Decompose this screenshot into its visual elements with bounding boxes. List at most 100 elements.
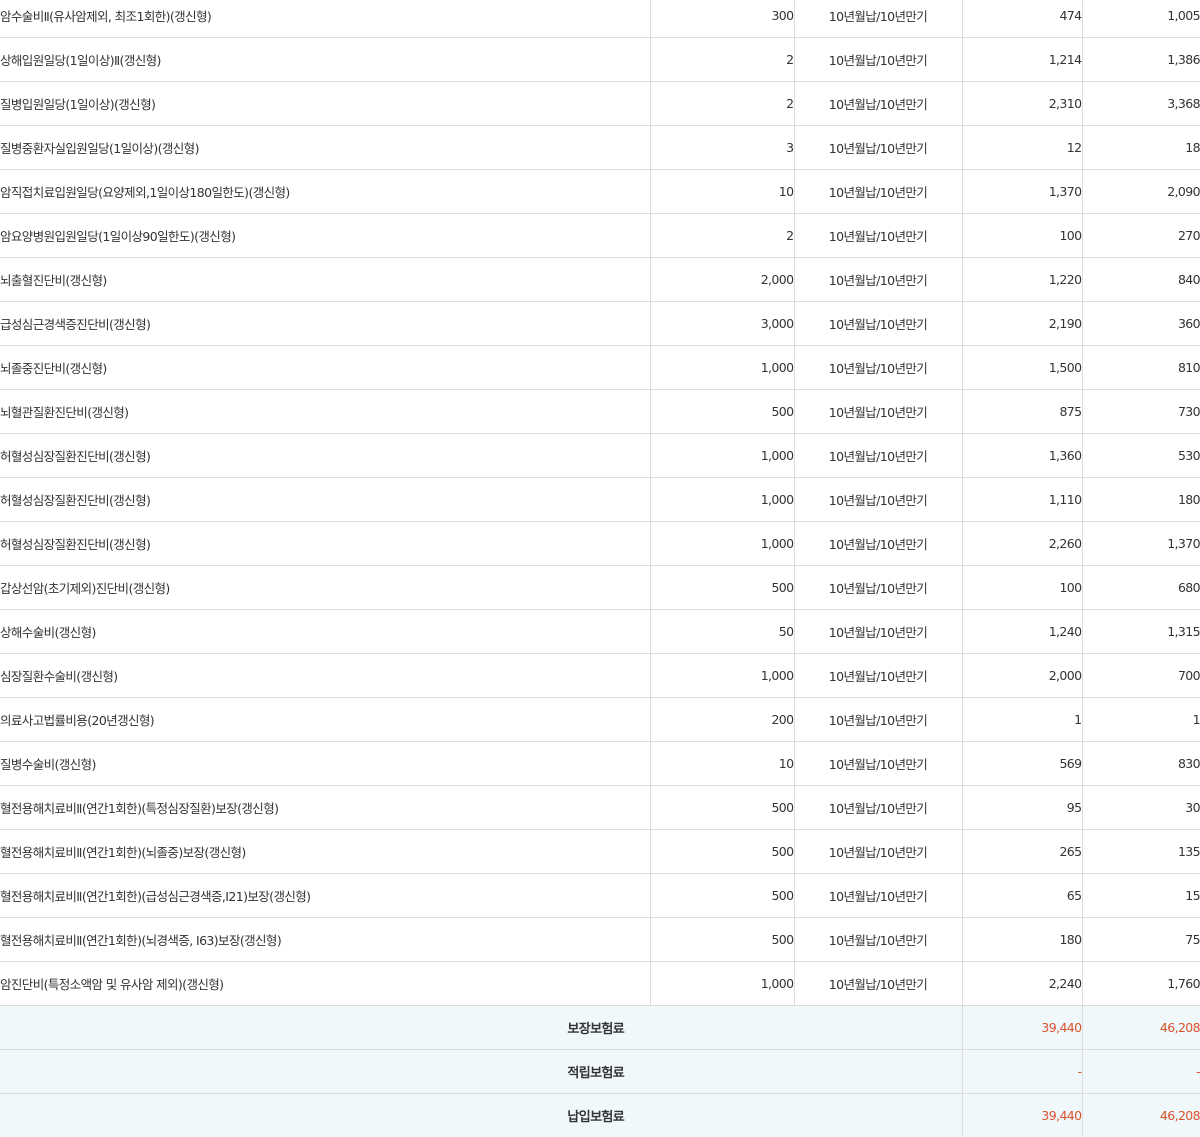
coverage-amount: 1,000: [650, 346, 794, 390]
premium-value-2: 1,386: [1082, 38, 1200, 82]
premium-value-1: 2,240: [962, 962, 1082, 1006]
coverage-amount: 500: [650, 874, 794, 918]
payment-period: 10년월납/10년만기: [794, 346, 962, 390]
table-row: 혈전용해치료비Ⅱ(연간1회한)(특정심장질환)보장(갱신형)50010년월납/1…: [0, 786, 1200, 830]
summary-value-1: -: [962, 1050, 1082, 1094]
payment-period: 10년월납/10년만기: [794, 522, 962, 566]
coverage-amount: 200: [650, 698, 794, 742]
payment-period: 10년월납/10년만기: [794, 258, 962, 302]
premium-value-2: 1,760: [1082, 962, 1200, 1006]
coverage-name: 허혈성심장질환진단비(갱신형): [0, 434, 650, 478]
premium-value-2: 3,368: [1082, 82, 1200, 126]
table-row: 갑상선암(초기제외)진단비(갱신형)50010년월납/10년만기100680: [0, 566, 1200, 610]
summary-value-2: 46,208: [1082, 1006, 1200, 1050]
premium-value-1: 100: [962, 214, 1082, 258]
payment-period: 10년월납/10년만기: [794, 786, 962, 830]
coverage-amount: 1,000: [650, 962, 794, 1006]
coverage-amount: 500: [650, 390, 794, 434]
coverage-amount: 1,000: [650, 654, 794, 698]
table-row: 암요양병원입원일당(1일이상90일한도)(갱신형)210년월납/10년만기100…: [0, 214, 1200, 258]
table-row: 혈전용해치료비Ⅱ(연간1회한)(급성심근경색증,I21)보장(갱신형)50010…: [0, 874, 1200, 918]
premium-value-2: 730: [1082, 390, 1200, 434]
coverage-amount: 2,000: [650, 258, 794, 302]
premium-value-1: 65: [962, 874, 1082, 918]
coverage-name: 암진단비(특정소액암 및 유사암 제외)(갱신형): [0, 962, 650, 1006]
premium-value-1: 1,214: [962, 38, 1082, 82]
premium-value-1: 95: [962, 786, 1082, 830]
payment-period: 10년월납/10년만기: [794, 918, 962, 962]
premium-value-2: 2,090: [1082, 170, 1200, 214]
payment-period: 10년월납/10년만기: [794, 742, 962, 786]
premium-value-1: 12: [962, 126, 1082, 170]
coverage-name: 뇌졸중진단비(갱신형): [0, 346, 650, 390]
premium-value-2: 1,005: [1082, 0, 1200, 38]
premium-value-1: 2,310: [962, 82, 1082, 126]
coverage-amount: 300: [650, 0, 794, 38]
premium-value-1: 2,260: [962, 522, 1082, 566]
table-row: 암수술비Ⅱ(유사암제외, 최조1회한)(갱신형)30010년월납/10년만기47…: [0, 0, 1200, 38]
coverage-amount: 3,000: [650, 302, 794, 346]
coverage-amount: 500: [650, 786, 794, 830]
premium-value-1: 1,370: [962, 170, 1082, 214]
payment-period: 10년월납/10년만기: [794, 82, 962, 126]
coverage-amount: 10: [650, 170, 794, 214]
table-row: 상해입원일당(1일이상)Ⅱ(갱신형)210년월납/10년만기1,2141,386: [0, 38, 1200, 82]
coverage-name: 암수술비Ⅱ(유사암제외, 최조1회한)(갱신형): [0, 0, 650, 38]
summary-label: 보장보험료: [0, 1006, 962, 1050]
premium-value-2: 18: [1082, 126, 1200, 170]
table-row: 혈전용해치료비Ⅱ(연간1회한)(뇌졸중)보장(갱신형)50010년월납/10년만…: [0, 830, 1200, 874]
coverage-name: 심장질환수술비(갱신형): [0, 654, 650, 698]
premium-value-1: 569: [962, 742, 1082, 786]
payment-period: 10년월납/10년만기: [794, 214, 962, 258]
premium-value-2: 840: [1082, 258, 1200, 302]
premium-value-2: 530: [1082, 434, 1200, 478]
payment-period: 10년월납/10년만기: [794, 566, 962, 610]
coverage-amount: 500: [650, 918, 794, 962]
coverage-name: 암요양병원입원일당(1일이상90일한도)(갱신형): [0, 214, 650, 258]
premium-value-2: 680: [1082, 566, 1200, 610]
table-row: 암직접치료입원일당(요양제외,1일이상180일한도)(갱신형)1010년월납/1…: [0, 170, 1200, 214]
premium-value-1: 1,220: [962, 258, 1082, 302]
table-row: 상해수술비(갱신형)5010년월납/10년만기1,2401,315: [0, 610, 1200, 654]
premium-value-2: 1,370: [1082, 522, 1200, 566]
coverage-amount: 1,000: [650, 434, 794, 478]
coverage-name: 암직접치료입원일당(요양제외,1일이상180일한도)(갱신형): [0, 170, 650, 214]
premium-value-2: 30: [1082, 786, 1200, 830]
payment-period: 10년월납/10년만기: [794, 962, 962, 1006]
coverage-name: 상해수술비(갱신형): [0, 610, 650, 654]
payment-period: 10년월납/10년만기: [794, 126, 962, 170]
table-row: 허혈성심장질환진단비(갱신형)1,00010년월납/10년만기2,2601,37…: [0, 522, 1200, 566]
coverage-amount: 50: [650, 610, 794, 654]
summary-label: 적립보험료: [0, 1050, 962, 1094]
coverage-amount: 10: [650, 742, 794, 786]
premium-value-2: 15: [1082, 874, 1200, 918]
coverage-amount: 500: [650, 566, 794, 610]
coverage-amount: 500: [650, 830, 794, 874]
summary-row: 납입보험료39,44046,208: [0, 1094, 1200, 1137]
premium-value-1: 1,500: [962, 346, 1082, 390]
coverage-name: 상해입원일당(1일이상)Ⅱ(갱신형): [0, 38, 650, 82]
table-row: 급성심근경색증진단비(갱신형)3,00010년월납/10년만기2,190360: [0, 302, 1200, 346]
table-row: 의료사고법률비용(20년갱신형)20010년월납/10년만기11: [0, 698, 1200, 742]
summary-label: 납입보험료: [0, 1094, 962, 1137]
premium-value-2: 810: [1082, 346, 1200, 390]
premium-value-1: 1,110: [962, 478, 1082, 522]
premium-summary: 보장보험료39,44046,208적립보험료--납입보험료39,44046,20…: [0, 1006, 1200, 1137]
payment-period: 10년월납/10년만기: [794, 478, 962, 522]
premium-value-2: 180: [1082, 478, 1200, 522]
payment-period: 10년월납/10년만기: [794, 830, 962, 874]
coverage-name: 질병중환자실입원일당(1일이상)(갱신형): [0, 126, 650, 170]
coverage-name: 혈전용해치료비Ⅱ(연간1회한)(뇌경색증, I63)보장(갱신형): [0, 918, 650, 962]
premium-value-2: 830: [1082, 742, 1200, 786]
summary-value-2: 46,208: [1082, 1094, 1200, 1137]
coverage-name: 허혈성심장질환진단비(갱신형): [0, 522, 650, 566]
summary-row: 보장보험료39,44046,208: [0, 1006, 1200, 1050]
premium-value-1: 2,190: [962, 302, 1082, 346]
premium-value-2: 1: [1082, 698, 1200, 742]
coverage-amount: 2: [650, 38, 794, 82]
coverage-amount: 2: [650, 214, 794, 258]
table-row: 뇌혈관질환진단비(갱신형)50010년월납/10년만기875730: [0, 390, 1200, 434]
premium-value-1: 180: [962, 918, 1082, 962]
summary-value-2: -: [1082, 1050, 1200, 1094]
payment-period: 10년월납/10년만기: [794, 170, 962, 214]
